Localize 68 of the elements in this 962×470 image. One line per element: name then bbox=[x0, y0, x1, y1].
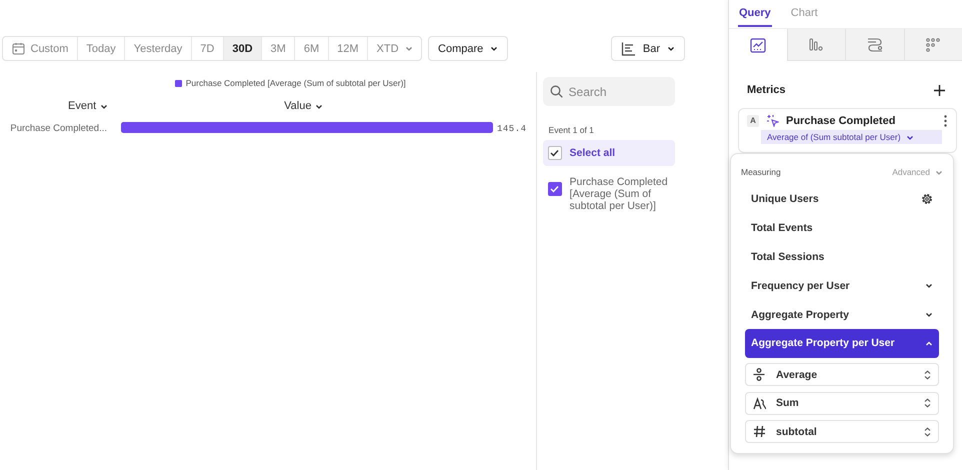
dropdown-button[interactable]: XTD bbox=[368, 37, 422, 60]
sort-icon bbox=[924, 398, 931, 408]
flow-chart-icon bbox=[866, 37, 883, 52]
checkbox-label: Select all bbox=[570, 147, 616, 159]
menu-option[interactable]: Unique Users bbox=[745, 185, 939, 214]
date-option[interactable]: 30D bbox=[224, 37, 262, 60]
date-option[interactable]: 3M bbox=[262, 37, 296, 60]
value-label: 145.4 bbox=[497, 124, 527, 134]
caret-icon bbox=[935, 168, 943, 176]
menu-option[interactable]: Frequency per User bbox=[745, 271, 939, 300]
split-icon bbox=[753, 368, 766, 382]
date-option[interactable]: 12M bbox=[328, 37, 368, 60]
caret-icon bbox=[925, 311, 933, 318]
caret-icon bbox=[315, 102, 324, 110]
search-icon bbox=[550, 85, 563, 98]
metric-letter-badge: A bbox=[747, 114, 759, 126]
legend-label: Purchase Completed [Average (Sum of subtotal per User)] bbox=[186, 78, 406, 88]
caret-icon bbox=[906, 134, 914, 140]
menu-title: Measuring bbox=[741, 167, 781, 177]
caret-icon bbox=[490, 45, 498, 52]
bar-chart-icon bbox=[808, 37, 824, 52]
line-chart-icon bbox=[750, 38, 766, 52]
caret-icon bbox=[100, 102, 108, 110]
column-header[interactable]: Event bbox=[68, 99, 108, 113]
date-option[interactable]: Yesterday bbox=[125, 37, 192, 60]
sort-icon bbox=[924, 370, 931, 380]
sort-icon bbox=[924, 426, 931, 437]
bar-chart-icon bbox=[620, 42, 636, 56]
date-option[interactable]: Custom bbox=[3, 37, 78, 60]
tab[interactable]: Query bbox=[738, 0, 772, 27]
sparkle-cursor-icon bbox=[766, 114, 779, 127]
caret-icon bbox=[925, 282, 933, 290]
plus-icon bbox=[934, 84, 945, 96]
section-title: Metrics bbox=[747, 84, 786, 96]
select-field[interactable]: subtotal bbox=[745, 420, 939, 444]
checkbox[interactable] bbox=[548, 146, 562, 160]
metric-name: Purchase Completed bbox=[786, 114, 896, 126]
gear-icon bbox=[921, 193, 933, 206]
menu-option[interactable]: Aggregate Property per User bbox=[745, 328, 939, 358]
view-tab[interactable] bbox=[845, 29, 904, 61]
event-count: Event 1 of 1 bbox=[548, 125, 595, 135]
checkmark-icon bbox=[550, 149, 560, 157]
date-option[interactable]: 6M bbox=[295, 37, 329, 60]
measure-dropdown[interactable]: Average of (Sum subtotal per User) bbox=[761, 130, 942, 144]
date-option[interactable]: Today bbox=[78, 37, 126, 60]
search-field[interactable]: Search bbox=[542, 77, 675, 106]
more-icon bbox=[944, 114, 947, 126]
select-field[interactable]: Sum bbox=[745, 392, 939, 415]
caret-icon bbox=[667, 45, 675, 52]
checkbox[interactable] bbox=[548, 182, 562, 196]
select-field[interactable]: Average bbox=[745, 363, 939, 386]
menu-option[interactable]: Total Sessions bbox=[745, 242, 939, 272]
checkbox-label: Purchase Completed [Average (Sum of subtotal per User)] bbox=[570, 176, 669, 212]
caret-icon bbox=[925, 340, 933, 347]
dot-grid-icon bbox=[925, 37, 942, 52]
menu-option[interactable]: Aggregate Property bbox=[745, 300, 939, 329]
view-tab[interactable] bbox=[786, 29, 845, 61]
category-label: Purchase Completed... bbox=[10, 123, 107, 134]
hash-icon bbox=[753, 425, 766, 438]
column-header[interactable]: Value bbox=[284, 99, 324, 113]
chart-type-button[interactable]: Bar bbox=[610, 36, 685, 61]
menu-option[interactable]: Total Events bbox=[745, 214, 939, 243]
calendar-icon bbox=[12, 42, 24, 55]
checkbox-item[interactable]: Select all bbox=[542, 140, 675, 166]
checkbox-item[interactable]: Purchase Completed [Average (Sum of subtotal per User)] bbox=[542, 170, 675, 218]
compare-button[interactable]: Compare bbox=[428, 36, 508, 61]
checkmark-icon bbox=[550, 185, 560, 193]
caret-icon bbox=[404, 45, 413, 52]
